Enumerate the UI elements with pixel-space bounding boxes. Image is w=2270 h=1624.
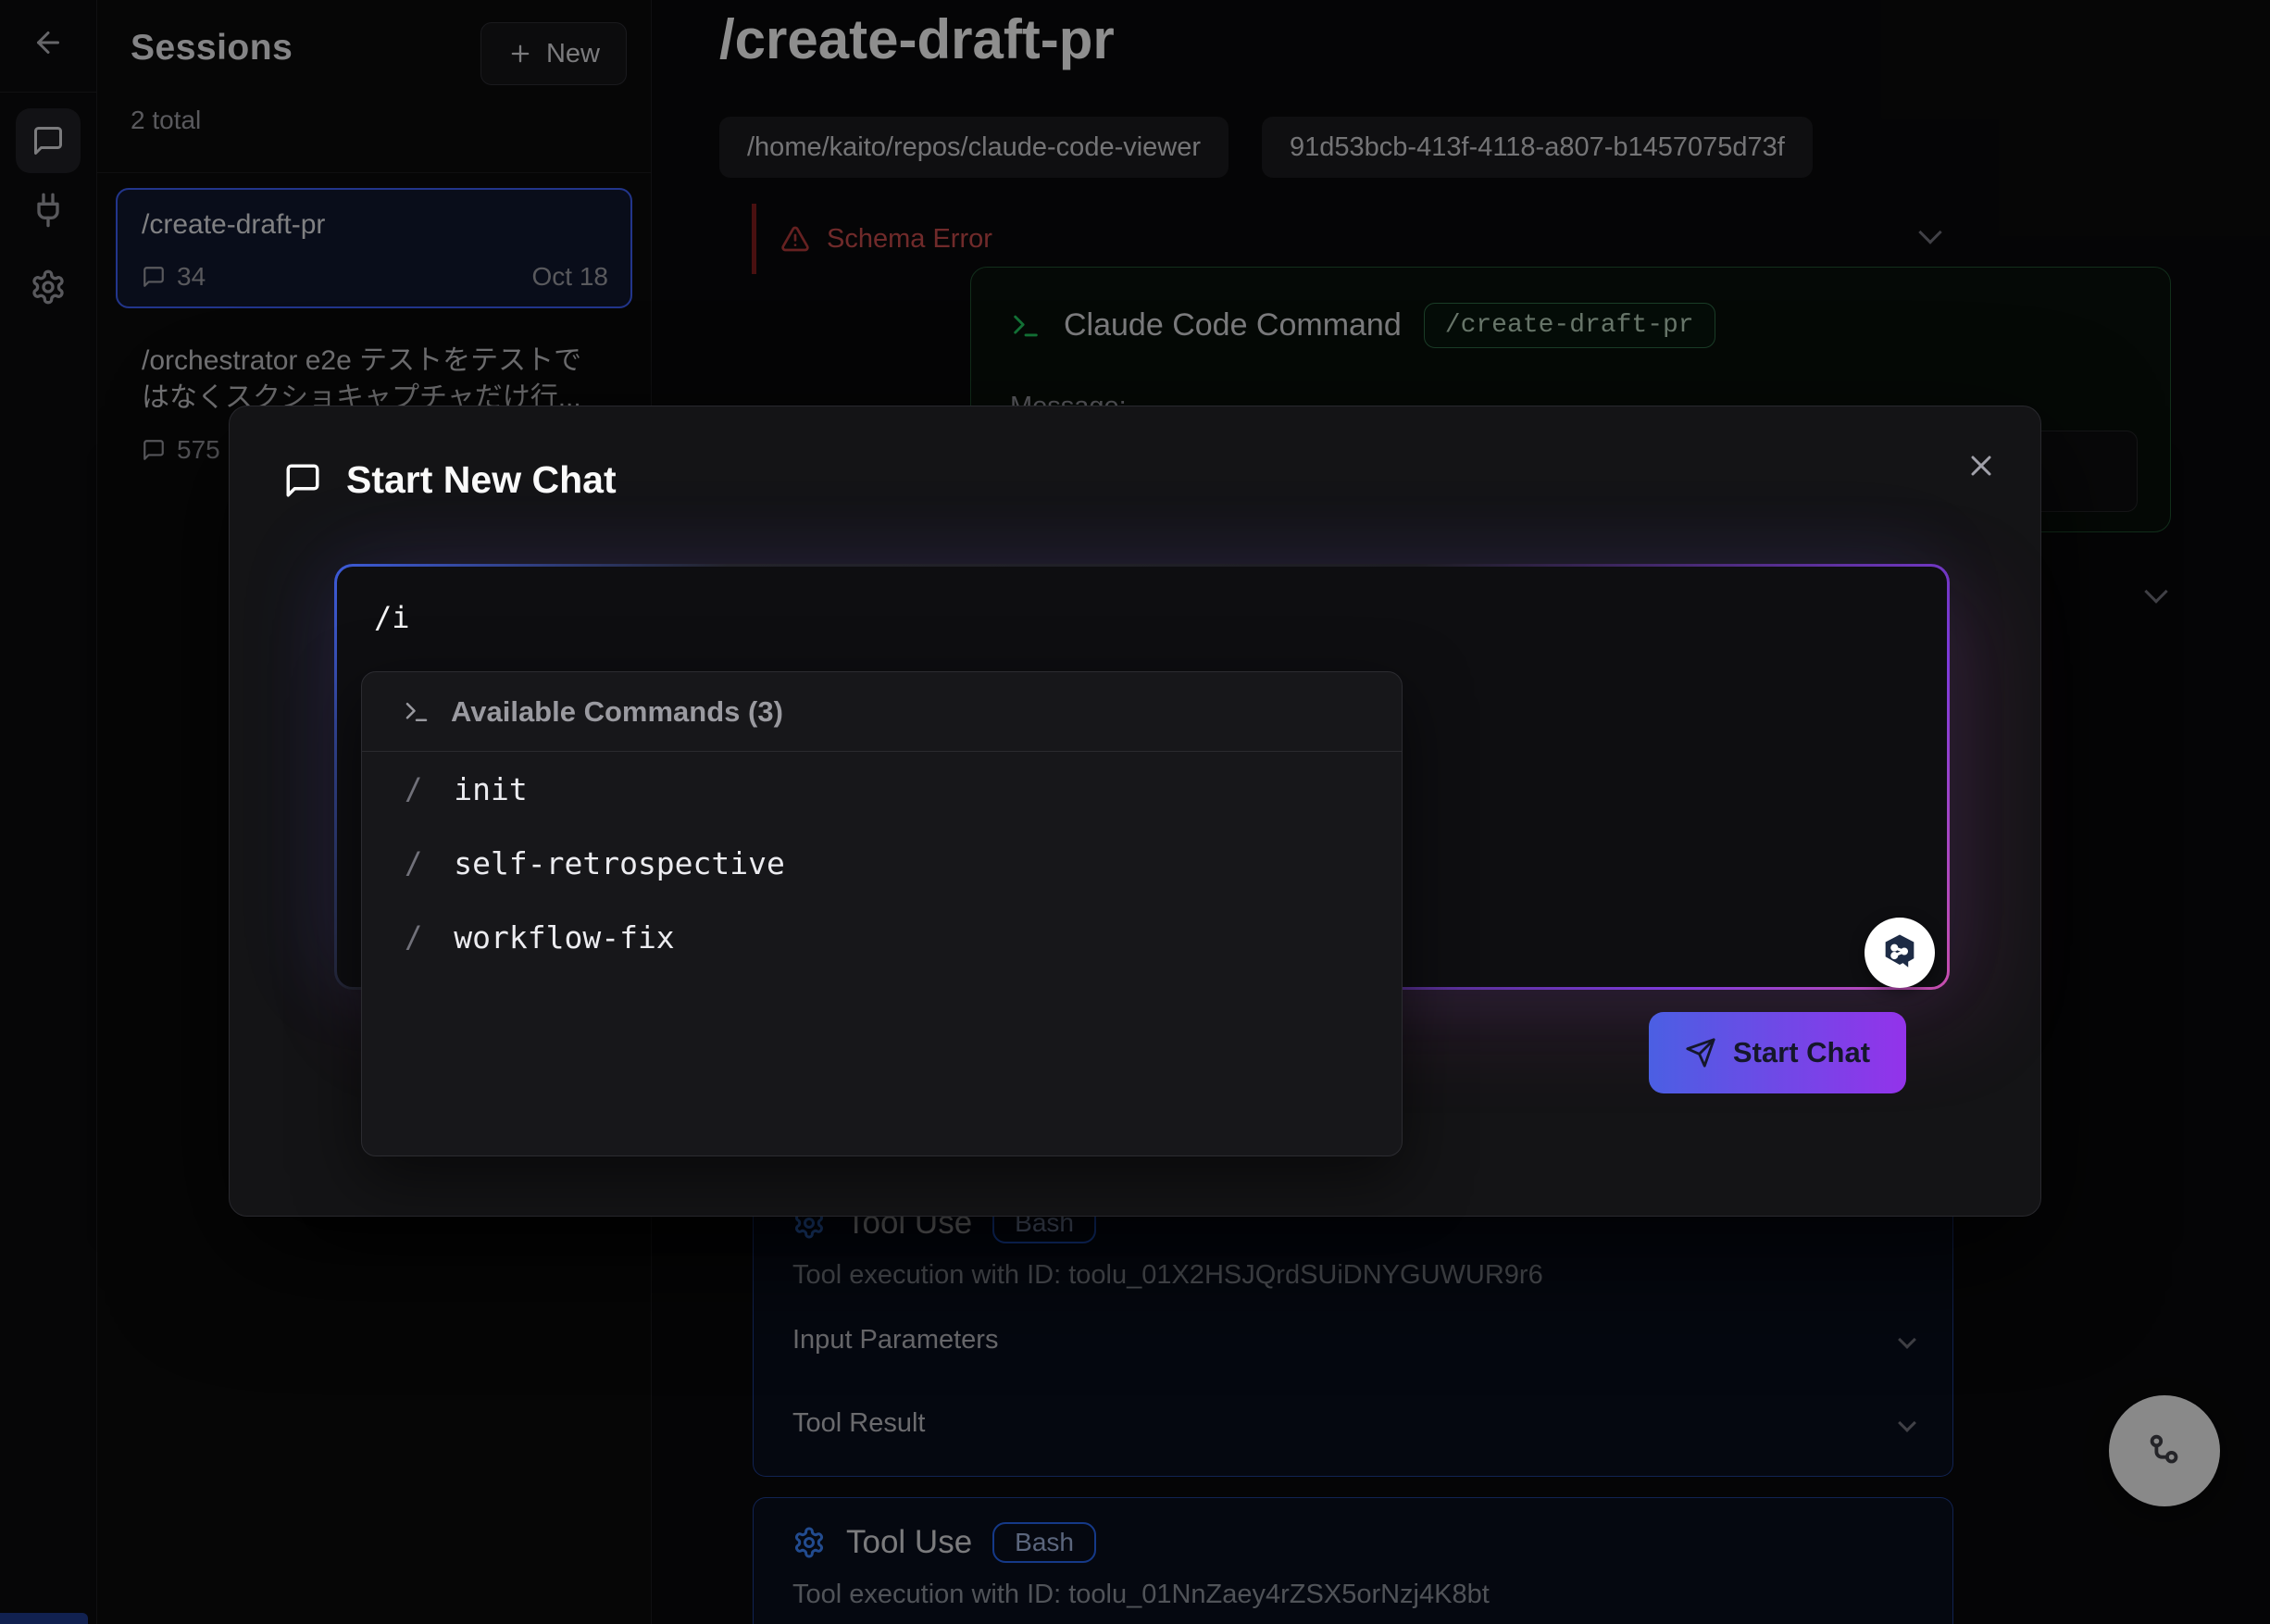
slash-prefix: / [405,771,422,806]
commands-dropdown-header: Available Commands (3) [362,672,1402,752]
modal-title: Start New Chat [346,458,617,502]
command-option-self-retrospective[interactable]: / self-retrospective [362,826,1402,900]
commands-dropdown: Available Commands (3) / init / self-ret… [361,671,1403,1156]
chat-bubble-icon [283,461,322,500]
commands-dropdown-title: Available Commands (3) [451,695,783,729]
command-name: init [454,771,527,807]
slash-prefix: / [405,919,422,955]
send-icon [1685,1037,1716,1068]
command-option-workflow-fix[interactable]: / workflow-fix [362,900,1402,974]
app-root: Sessions New 2 total /create-draft-pr 34… [0,0,2270,1624]
prompt-value: /i [374,600,410,635]
terminal-icon [403,698,430,726]
start-new-chat-modal: Start New Chat /i Available Commands (3)… [229,406,2041,1217]
start-chat-button[interactable]: Start Chat [1649,1012,1906,1093]
slash-prefix: / [405,845,422,881]
share-chat-logo-icon [1878,931,1921,974]
share-chat-logo-badge[interactable] [1865,918,1935,988]
command-option-init[interactable]: / init [362,752,1402,826]
start-chat-label: Start Chat [1733,1036,1870,1069]
modal-header: Start New Chat [283,458,617,502]
close-button[interactable] [1957,442,2005,490]
command-name: self-retrospective [454,845,785,881]
command-name: workflow-fix [454,919,674,956]
close-icon [1964,449,1998,482]
